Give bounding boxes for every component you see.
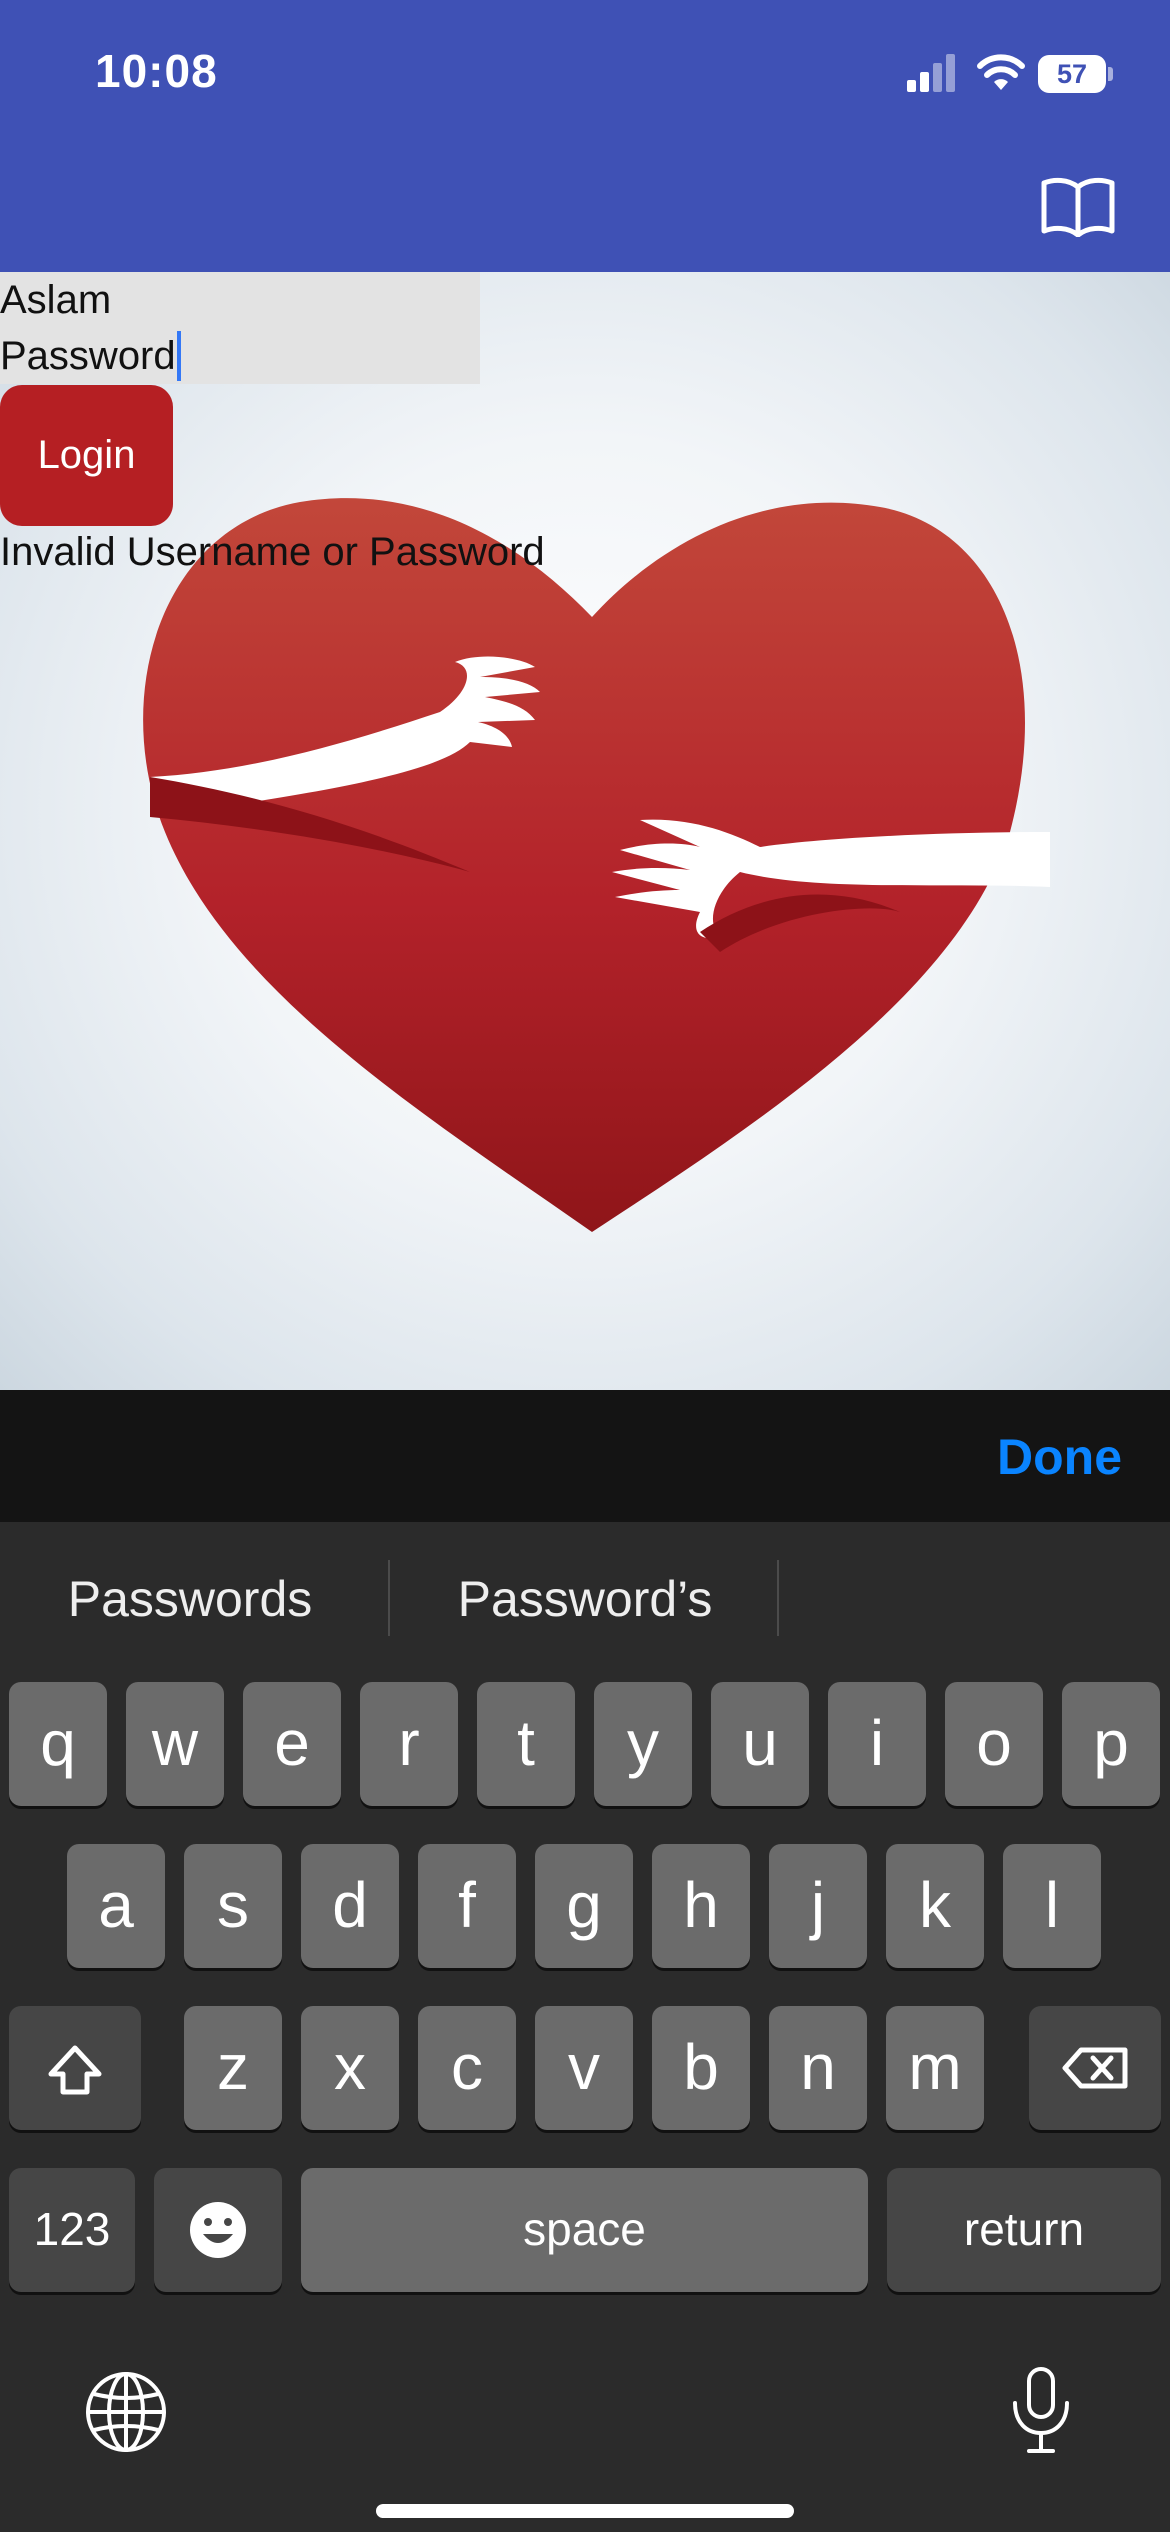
key-v[interactable]: v [535,2006,633,2130]
password-field[interactable]: Password [0,328,181,384]
space-key[interactable]: space [301,2168,868,2292]
key-n[interactable]: n [769,2006,867,2130]
numbers-key[interactable]: 123 [9,2168,135,2292]
key-l[interactable]: l [1003,1844,1101,1968]
username-field[interactable]: Aslam [0,272,111,328]
onscreen-keyboard: Passwords Password’s q w e r t y u i o p… [0,1522,1170,2532]
done-button[interactable]: Done [997,1428,1122,1486]
return-key[interactable]: return [887,2168,1161,2292]
suggestion-divider [777,1560,779,1636]
key-d[interactable]: d [301,1844,399,1968]
key-m[interactable]: m [886,2006,984,2130]
key-g[interactable]: g [535,1844,633,1968]
key-p[interactable]: p [1062,1682,1160,1806]
heart-hug-image [143,498,1050,1232]
key-z[interactable]: z [184,2006,282,2130]
key-i[interactable]: i [828,1682,926,1806]
text-caret [176,331,181,382]
key-a[interactable]: a [67,1844,165,1968]
shift-key[interactable] [9,2006,141,2130]
key-x[interactable]: x [301,2006,399,2130]
login-button[interactable]: Login [0,385,173,526]
suggestion-passwords-possessive[interactable]: Password’s [395,1570,775,1628]
key-q[interactable]: q [9,1682,107,1806]
cellular-signal-icon [907,54,955,92]
wifi-icon [977,54,1025,90]
key-b[interactable]: b [652,2006,750,2130]
key-t[interactable]: t [477,1682,575,1806]
book-icon[interactable] [1040,175,1116,237]
key-u[interactable]: u [711,1682,809,1806]
battery-level: 57 [1056,59,1088,89]
key-h[interactable]: h [652,1844,750,1968]
microphone-icon[interactable] [1005,2365,1077,2457]
key-c[interactable]: c [418,2006,516,2130]
key-w[interactable]: w [126,1682,224,1806]
key-f[interactable]: f [418,1844,516,1968]
key-r[interactable]: r [360,1682,458,1806]
key-s[interactable]: s [184,1844,282,1968]
login-content: Aslam Password Login Invalid Username or… [0,272,1170,1390]
status-time: 10:08 [95,45,218,97]
login-form: Aslam Password [0,272,480,384]
emoji-key[interactable] [154,2168,282,2292]
battery-icon: 57 [1038,55,1114,93]
key-o[interactable]: o [945,1682,1043,1806]
app-header: 10:08 57 [0,0,1170,272]
backspace-key[interactable] [1029,2006,1161,2130]
error-message: Invalid Username or Password [0,530,545,574]
globe-icon[interactable] [84,2370,168,2454]
keyboard-accessory-bar: Done [0,1390,1170,1522]
emoji-icon [190,2202,246,2258]
backspace-icon [1062,2047,1128,2089]
key-k[interactable]: k [886,1844,984,1968]
key-y[interactable]: y [594,1682,692,1806]
password-placeholder: Password [0,334,176,378]
home-indicator[interactable] [376,2504,794,2518]
suggestion-divider [388,1560,390,1636]
suggestion-passwords[interactable]: Passwords [0,1570,380,1628]
key-j[interactable]: j [769,1844,867,1968]
key-e[interactable]: e [243,1682,341,1806]
shift-icon [48,2045,102,2095]
